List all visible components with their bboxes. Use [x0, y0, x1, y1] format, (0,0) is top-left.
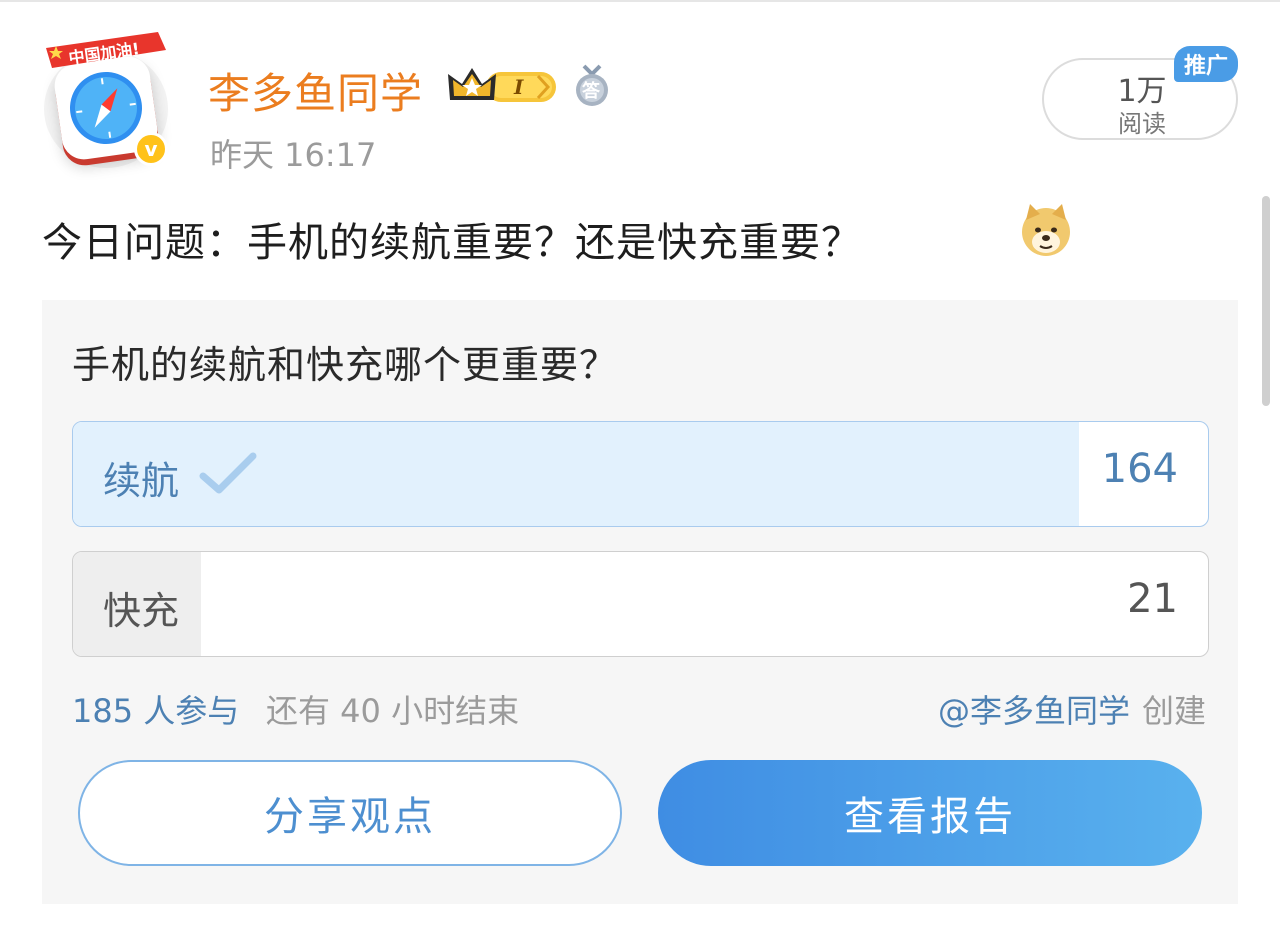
poll-option-count: 164: [1101, 446, 1178, 492]
answer-medal-icon[interactable]: 答: [572, 64, 612, 108]
poll-option-label: 快充: [103, 589, 180, 633]
poll-option-count: 21: [1127, 576, 1178, 622]
promo-tag: 推广: [1174, 46, 1238, 82]
svg-text:I: I: [513, 75, 524, 99]
time-remaining: 还有 40 小时结束: [266, 692, 520, 730]
poll-creator: @李多鱼同学 创建: [938, 686, 1206, 732]
avatar-banner: 中国加油!: [46, 32, 166, 68]
top-divider: [0, 0, 1280, 2]
view-report-button[interactable]: 查看报告: [658, 760, 1202, 866]
doge-emoji: [1022, 204, 1070, 256]
svg-text:中国加油!: 中国加油!: [67, 39, 140, 68]
post-text: 今日问题：手机的续航重要？还是快充重要？: [42, 220, 862, 266]
poll-question: 手机的续航和快充哪个更重要？: [72, 343, 619, 387]
participant-count: 185 人参与: [72, 692, 240, 730]
crown-level-badge[interactable]: I: [446, 62, 562, 108]
scrollbar[interactable]: [1262, 196, 1270, 406]
user-name[interactable]: 李多鱼同学: [208, 60, 423, 121]
creator-link[interactable]: @李多鱼同学: [938, 692, 1130, 730]
post-time: 昨天 16:17: [210, 136, 377, 174]
poll-option-fast-charging[interactable]: 快充 21: [72, 551, 1209, 657]
poll-card: 手机的续航和快充哪个更重要？ 续航 164 快充 21 185 人参与 还有 4…: [42, 300, 1238, 904]
verified-v-badge: v: [134, 132, 168, 166]
poll-option-label: 续航: [103, 459, 180, 503]
read-count-label: 阅读: [1118, 110, 1166, 138]
svg-text:答: 答: [582, 80, 601, 102]
avatar[interactable]: 中国加油! v: [40, 28, 172, 168]
poll-option-battery-life[interactable]: 续航 164: [72, 421, 1209, 527]
creator-suffix: 创建: [1141, 692, 1206, 730]
share-opinion-button[interactable]: 分享观点: [78, 760, 622, 866]
check-icon: [199, 452, 257, 494]
